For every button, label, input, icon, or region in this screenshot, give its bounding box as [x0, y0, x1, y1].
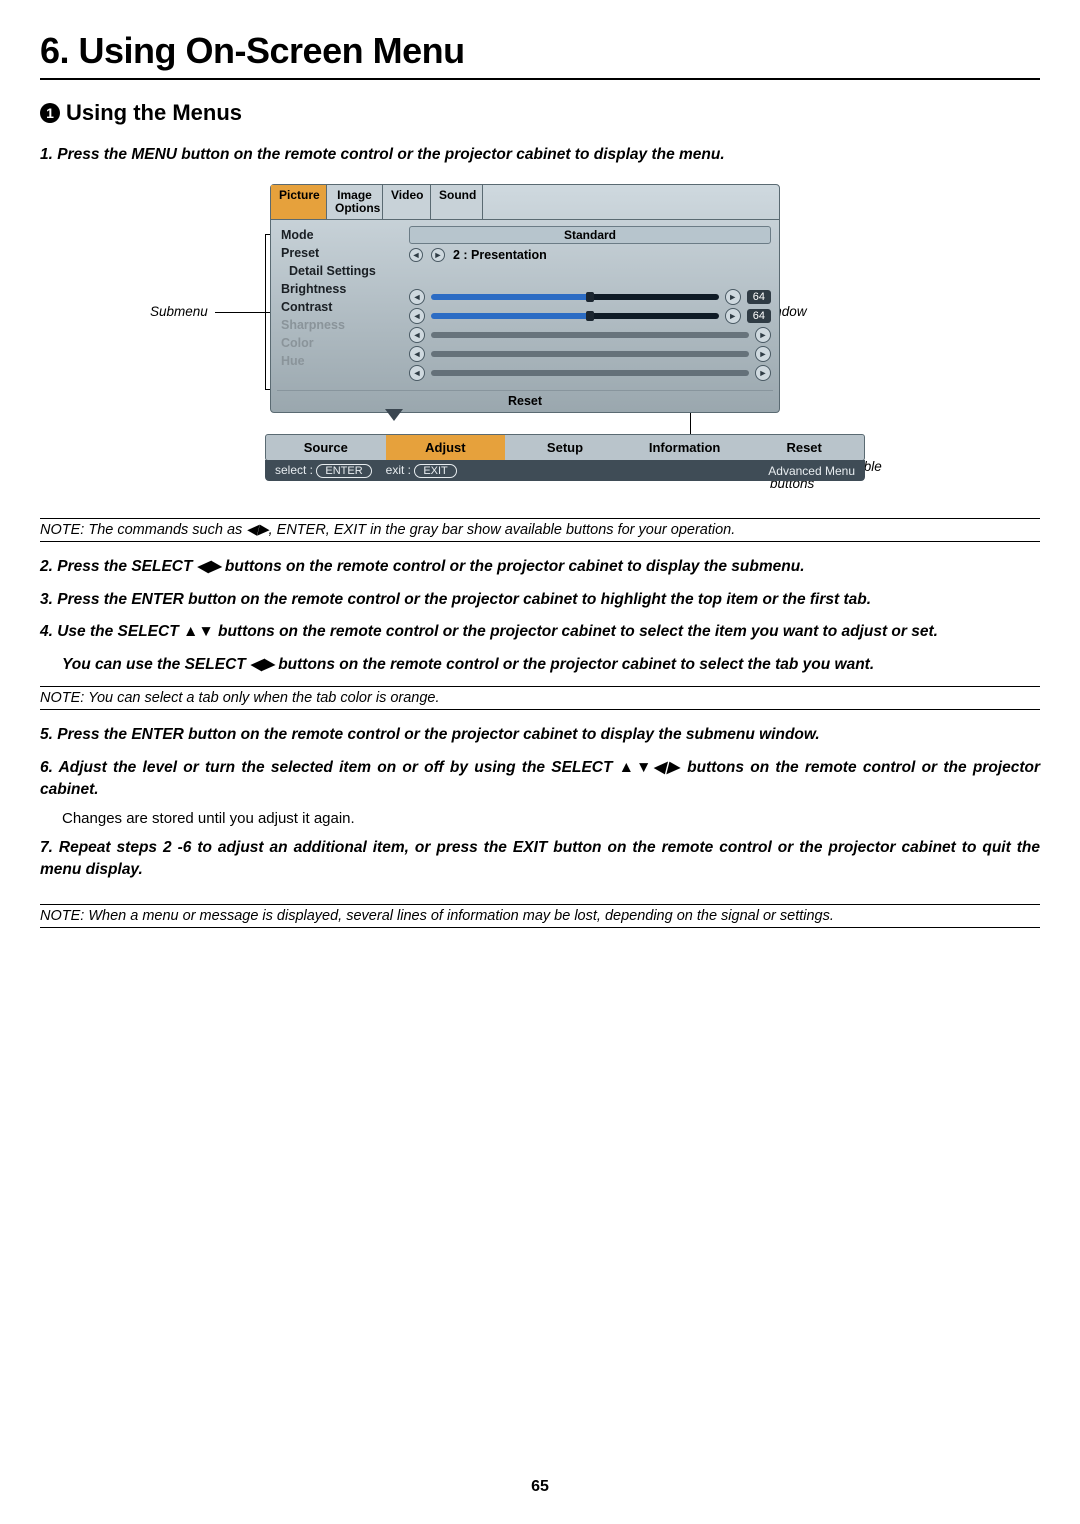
mainmenu-source[interactable]: Source [266, 435, 386, 460]
right-arrow-icon: ► [755, 365, 771, 381]
reset-item[interactable]: Reset [277, 390, 773, 408]
tab-sound[interactable]: Sound [431, 185, 483, 218]
tab-row: Picture Image Options Video Sound [271, 185, 779, 219]
step-4b: You can use the SELECT ◀▶ buttons on the… [62, 654, 1040, 676]
down-triangle-icon [385, 409, 403, 421]
left-arrow-icon[interactable]: ◄ [409, 308, 425, 324]
step-7: 7. Repeat steps 2 -6 to adjust an additi… [40, 837, 1040, 882]
label-hue: Hue [281, 352, 395, 370]
sharpness-slider: ◄ ► [409, 327, 771, 343]
left-arrow-icon: ◄ [409, 327, 425, 343]
step-6: 6. Adjust the level or turn the selected… [40, 757, 1040, 802]
right-arrow-icon: ► [755, 327, 771, 343]
osd-menu-panel: Picture Image Options Video Sound Mode P… [270, 184, 780, 412]
right-arrow-icon[interactable]: ► [725, 289, 741, 305]
left-arrow-icon: ◄ [409, 346, 425, 362]
status-bar: select : ENTER exit : EXIT Advanced Menu [265, 460, 865, 481]
mainmenu-reset[interactable]: Reset [744, 435, 864, 460]
exit-button-hint: EXIT [414, 464, 456, 478]
section-title-text: Using the Menus [66, 100, 242, 126]
section-heading: 1 Using the Menus [40, 100, 1040, 126]
status-select-label: select : [275, 463, 313, 477]
left-arrow-icon: ◄ [409, 365, 425, 381]
submenu-labels: Mode Preset Detail Settings Brightness C… [271, 220, 401, 388]
step-1: 1. Press the MENU button on the remote c… [40, 144, 1040, 166]
menu-diagram: Submenu Submenu window Main menu Current… [160, 184, 920, 504]
label-brightness[interactable]: Brightness [281, 280, 395, 298]
step-3: 3. Press the ENTER button on the remote … [40, 589, 1040, 611]
label-mode[interactable]: Mode [281, 226, 395, 244]
color-slider: ◄ ► [409, 346, 771, 362]
preset-value: 2 : Presentation [453, 248, 547, 262]
mainmenu-adjust[interactable]: Adjust [386, 435, 506, 460]
page-title: 6. Using On-Screen Menu [40, 30, 1040, 80]
right-arrow-icon[interactable]: ► [725, 308, 741, 324]
label-color: Color [281, 334, 395, 352]
hue-slider: ◄ ► [409, 365, 771, 381]
page-number: 65 [0, 1478, 1080, 1496]
tab-picture[interactable]: Picture [271, 185, 327, 218]
step-6-note: Changes are stored until you adjust it a… [62, 810, 1040, 827]
tab-image-options[interactable]: Image Options [327, 185, 383, 218]
mainmenu-information[interactable]: Information [625, 435, 745, 460]
note-3: NOTE: When a menu or message is displaye… [40, 904, 1040, 928]
left-arrow-icon[interactable]: ◄ [409, 289, 425, 305]
note-2: NOTE: You can select a tab only when the… [40, 686, 1040, 710]
note-1: NOTE: The commands such as ◀▶, ENTER, EX… [40, 518, 1040, 542]
mainmenu-setup[interactable]: Setup [505, 435, 625, 460]
status-exit-label: exit : [386, 463, 411, 477]
label-sharpness: Sharpness [281, 316, 395, 334]
section-number-badge: 1 [40, 103, 60, 123]
label-preset[interactable]: Preset [281, 244, 395, 262]
right-arrow-icon: ► [755, 346, 771, 362]
enter-button-hint: ENTER [316, 464, 371, 478]
advanced-menu-label[interactable]: Advanced Menu [768, 464, 855, 478]
main-menu-bar: Source Adjust Setup Information Reset [265, 434, 865, 461]
submenu-values: Standard ◄ ► 2 : Presentation ◄ ► 64 ◄ ► [401, 220, 779, 388]
brightness-slider[interactable]: ◄ ► 64 [409, 289, 771, 305]
callout-submenu: Submenu [150, 304, 208, 319]
contrast-slider[interactable]: ◄ ► 64 [409, 308, 771, 324]
mode-value[interactable]: Standard [409, 226, 771, 244]
step-2: 2. Press the SELECT ◀▶ buttons on the re… [40, 556, 1040, 578]
left-arrow-icon[interactable]: ◄ [409, 248, 423, 262]
label-contrast[interactable]: Contrast [281, 298, 395, 316]
right-arrow-icon[interactable]: ► [431, 248, 445, 262]
tab-video[interactable]: Video [383, 185, 431, 218]
contrast-value: 64 [747, 309, 771, 323]
label-detail-settings[interactable]: Detail Settings [281, 262, 395, 280]
step-5: 5. Press the ENTER button on the remote … [40, 724, 1040, 746]
step-4a: 4. Use the SELECT ▲▼ buttons on the remo… [40, 621, 1040, 643]
brightness-value: 64 [747, 290, 771, 304]
